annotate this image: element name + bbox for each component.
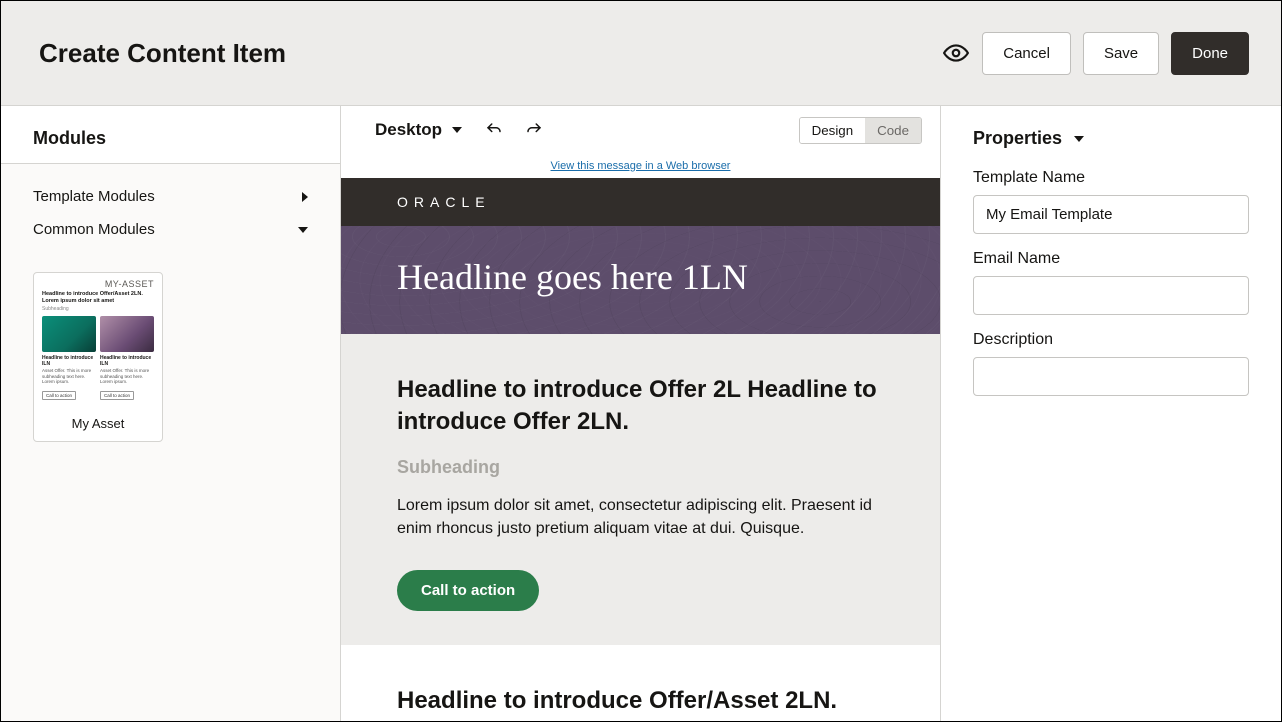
canvas-panel: Desktop Design Code V — [341, 106, 941, 721]
save-button[interactable]: Save — [1083, 32, 1159, 75]
thumb-cap-left: Headline to introduce ILN — [42, 355, 96, 367]
asset-label: My Asset — [34, 408, 162, 441]
thumb-cap-right: Headline to introduce ILN — [100, 355, 154, 367]
page-title: Create Content Item — [39, 38, 286, 69]
offer-body: Lorem ipsum dolor sit amet, consectetur … — [397, 494, 884, 540]
thumb-body-right: Asset Offer. This is more subheading tex… — [100, 368, 154, 384]
viewport-label: Desktop — [375, 120, 442, 140]
thumb-headline: Headline to introduce Offer/Asset 2LN. L… — [42, 291, 154, 304]
email-name-label: Email Name — [973, 250, 1249, 268]
thumb-image-right — [100, 316, 154, 352]
thumb-body-left: Asset Offer. This is more subheading tex… — [42, 368, 96, 384]
chevron-down-icon — [298, 227, 308, 233]
brand-bar: ORACLE — [341, 178, 940, 226]
properties-heading[interactable]: Properties — [941, 106, 1281, 163]
tab-code[interactable]: Code — [865, 118, 921, 143]
web-view-bar: View this message in a Web browser — [341, 154, 940, 178]
preview-icon[interactable] — [942, 39, 970, 67]
template-name-input[interactable] — [973, 195, 1249, 234]
cancel-button[interactable]: Cancel — [982, 32, 1071, 75]
offer-section: Headline to introduce Offer 2L Headline … — [341, 334, 940, 645]
cta-button[interactable]: Call to action — [397, 570, 539, 611]
modules-panel: Modules Template Modules Common Modules … — [1, 106, 341, 721]
offer-headline: Headline to introduce Offer 2L Headline … — [397, 374, 884, 439]
description-label: Description — [973, 331, 1249, 349]
properties-panel: Properties Template Name Email Name Desc… — [941, 106, 1281, 721]
template-name-label: Template Name — [973, 169, 1249, 187]
chevron-down-icon — [452, 127, 462, 133]
email-name-input[interactable] — [973, 276, 1249, 315]
tab-design[interactable]: Design — [800, 118, 866, 143]
hero-banner: Headline goes here 1LN — [341, 226, 940, 334]
common-modules-label: Common Modules — [33, 221, 155, 238]
thumb-cta-right: Call to action — [100, 391, 134, 400]
second-headline: Headline to introduce Offer/Asset 2LN. L… — [397, 685, 884, 721]
canvas-toolbar: Desktop Design Code — [341, 106, 940, 154]
properties-label: Properties — [973, 128, 1062, 149]
canvas-scroll[interactable]: View this message in a Web browser ORACL… — [341, 154, 940, 721]
brand-logo: ORACLE — [397, 194, 884, 210]
undo-icon[interactable] — [484, 120, 504, 140]
redo-icon[interactable] — [524, 120, 544, 140]
viewport-selector[interactable]: Desktop — [375, 120, 462, 140]
chevron-down-icon — [1074, 136, 1084, 142]
thumb-cta-left: Call to action — [42, 391, 76, 400]
thumb-sub: Subheading — [42, 306, 154, 312]
offer-subheading: Subheading — [397, 457, 884, 478]
thumb-image-left — [42, 316, 96, 352]
common-modules-group[interactable]: Common Modules — [33, 213, 308, 246]
asset-thumbnail: Headline to introduce Offer/Asset 2LN. L… — [34, 291, 162, 408]
chevron-right-icon — [302, 192, 308, 202]
hero-headline: Headline goes here 1LN — [397, 256, 884, 298]
description-input[interactable] — [973, 357, 1249, 396]
asset-chip: MY-ASSET — [34, 273, 162, 291]
asset-card[interactable]: MY-ASSET Headline to introduce Offer/Ass… — [33, 272, 163, 442]
design-code-toggle: Design Code — [799, 117, 922, 144]
done-button[interactable]: Done — [1171, 32, 1249, 75]
template-modules-group[interactable]: Template Modules — [33, 180, 308, 213]
second-section: Headline to introduce Offer/Asset 2LN. L… — [341, 645, 940, 721]
web-view-link[interactable]: View this message in a Web browser — [551, 160, 731, 172]
modules-heading: Modules — [1, 106, 340, 164]
template-modules-label: Template Modules — [33, 188, 155, 205]
